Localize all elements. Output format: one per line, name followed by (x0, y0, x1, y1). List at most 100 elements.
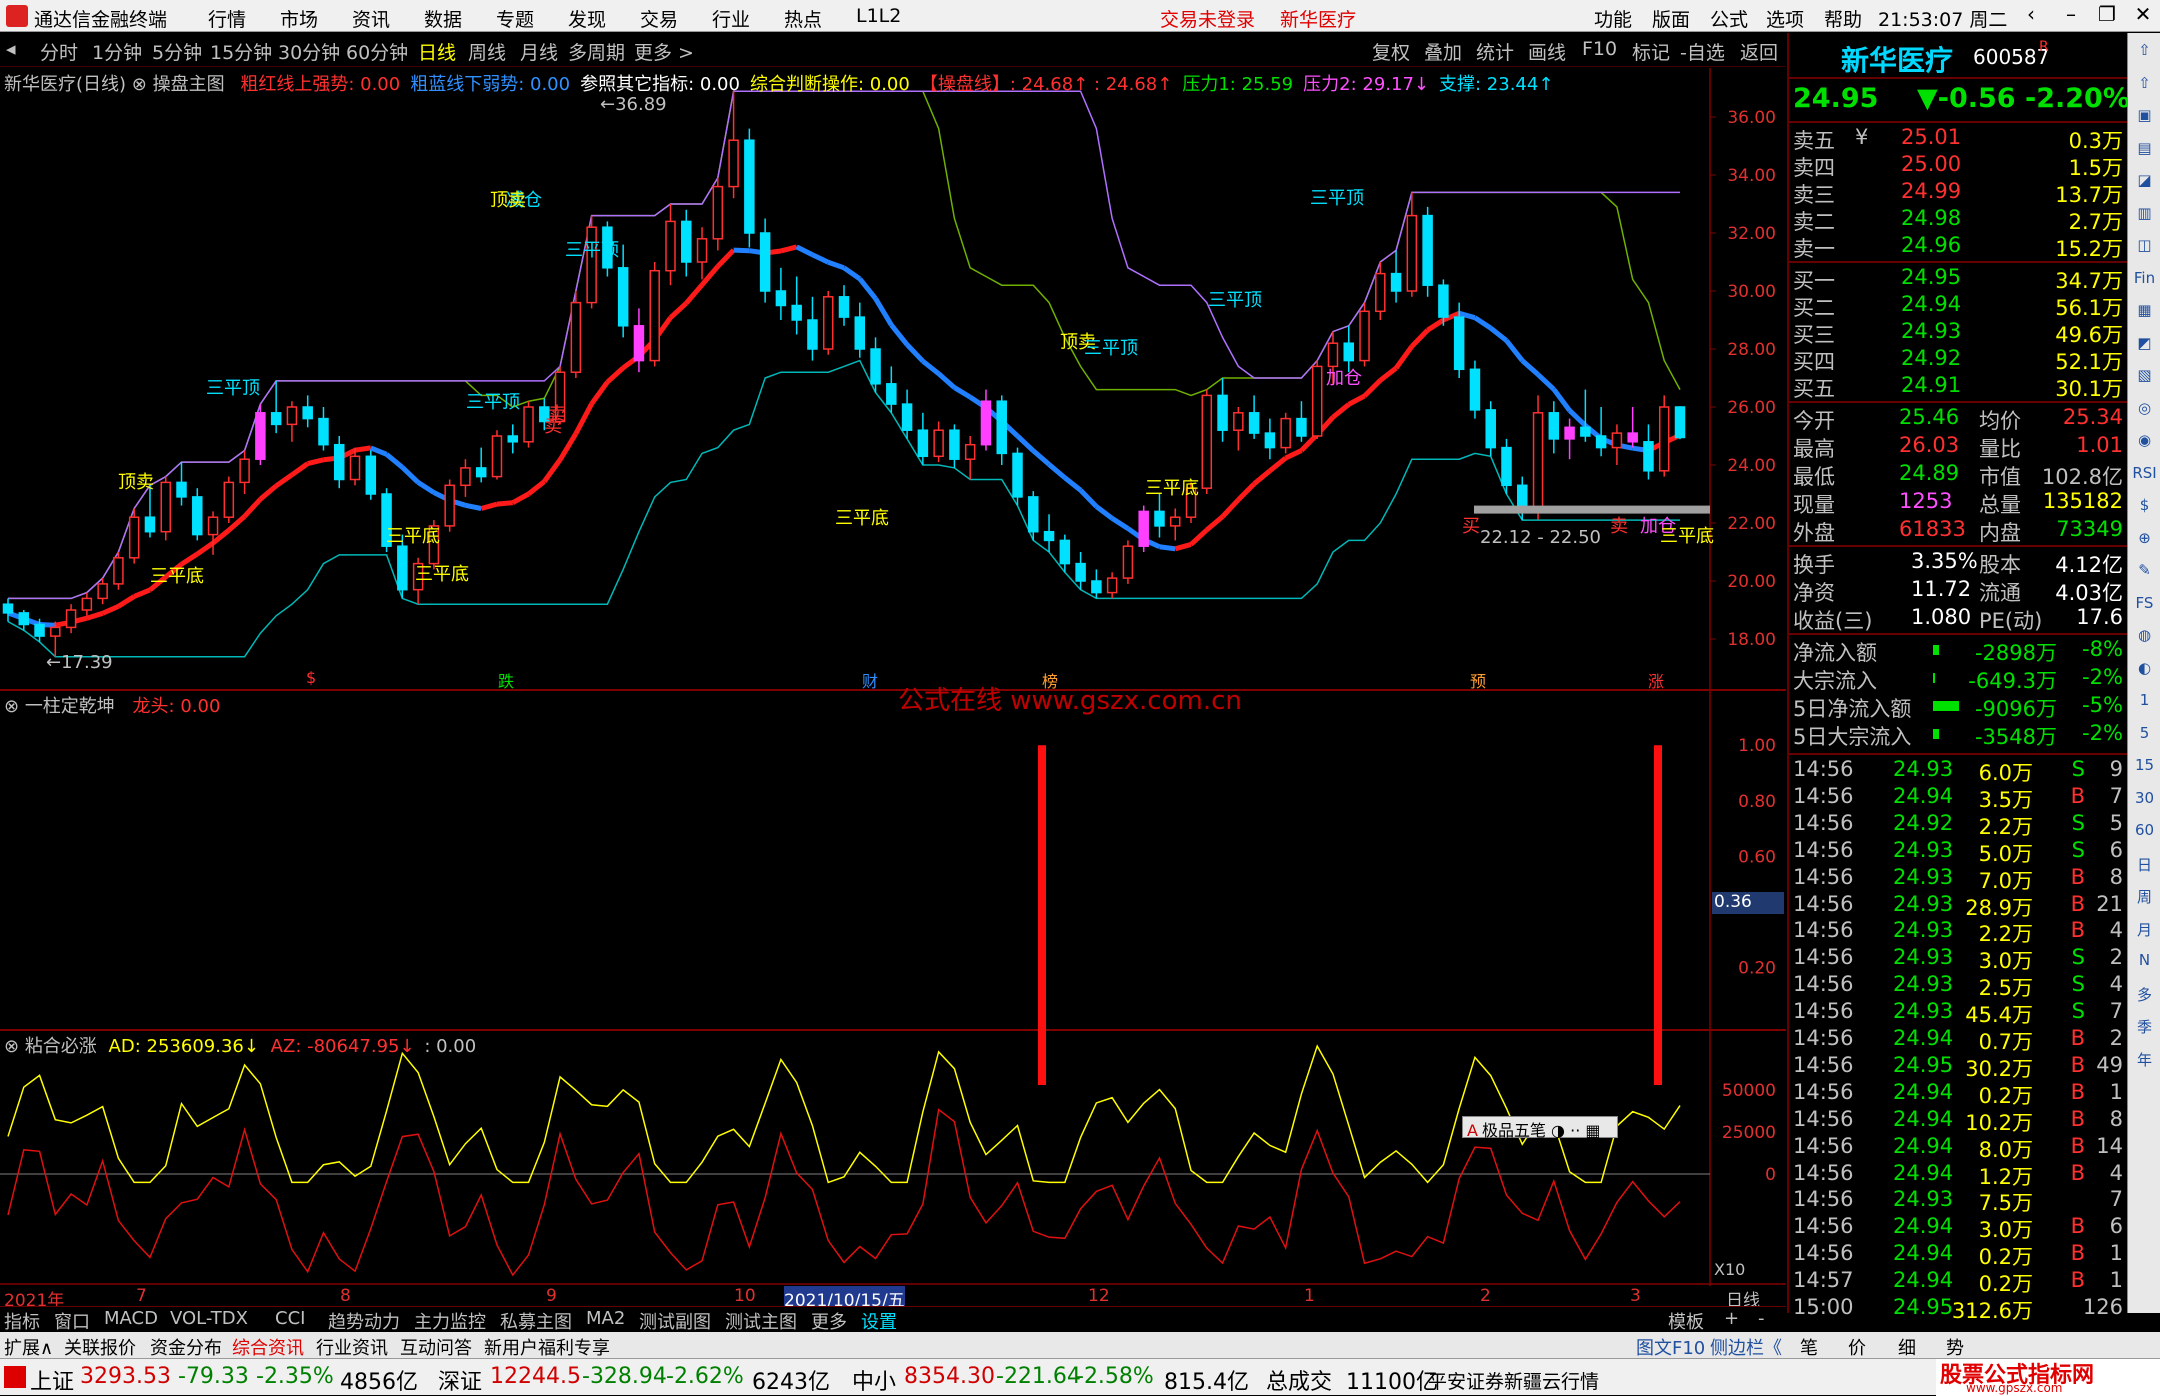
candle-body[interactable] (523, 406, 534, 443)
sidebar-item-icon[interactable]: ▧ (2132, 366, 2157, 391)
candle-body[interactable] (1075, 562, 1086, 582)
candle-body[interactable] (207, 516, 219, 536)
candle-body[interactable] (1375, 272, 1386, 313)
low-close-icon[interactable]: ⊗ (4, 1036, 25, 1057)
minimize-icon[interactable]: – (2056, 2, 2086, 30)
indicator-tab[interactable]: 指标 (4, 1308, 40, 1334)
candle-body[interactable] (1453, 316, 1465, 371)
period-tab-daily[interactable]: 日线 (418, 38, 456, 65)
sidebar-item-icon[interactable]: 15 (2132, 756, 2157, 781)
mid-indicator-name[interactable]: 一柱定乾坤 (25, 696, 115, 717)
candle-body[interactable] (617, 267, 629, 327)
candle-body[interactable] (1169, 516, 1181, 527)
extension-tab[interactable]: 行业资讯 (316, 1334, 388, 1360)
candle-body[interactable] (1532, 412, 1544, 513)
sidebar-item-icon[interactable]: $ (2132, 496, 2157, 521)
candle-body[interactable] (1438, 284, 1449, 318)
candle-body[interactable] (886, 383, 897, 405)
period-tab-more[interactable]: 更多 > (634, 38, 694, 65)
candle-body[interactable] (192, 496, 203, 536)
candle-body[interactable] (696, 238, 708, 263)
candle-body[interactable] (744, 139, 755, 234)
sidebar-item-icon[interactable]: 30 (2132, 789, 2157, 814)
candle-body[interactable] (838, 296, 850, 318)
extension-right-tab[interactable]: 细 (1898, 1334, 1916, 1360)
candle-body[interactable] (18, 612, 30, 626)
candle-body[interactable] (712, 185, 724, 240)
menu-item-help[interactable]: 帮助 (1824, 5, 1862, 32)
candle-body[interactable] (1359, 310, 1370, 362)
bottom-right-button[interactable]: + (1724, 1308, 1739, 1329)
candle-body[interactable] (1469, 368, 1481, 411)
candle-body[interactable] (397, 545, 408, 591)
candle-body[interactable] (807, 319, 818, 350)
candle-body[interactable] (1422, 214, 1433, 286)
sidebar-item-icon[interactable]: 月 (2132, 919, 2157, 944)
toolbar-back-button[interactable]: 返回 (1740, 38, 1778, 65)
candle-body[interactable] (1138, 510, 1149, 547)
candle-body[interactable] (176, 481, 187, 498)
menu-item-formula[interactable]: 公式 (1710, 5, 1748, 32)
period-tab-15min[interactable]: 15分钟 (210, 38, 272, 65)
event-marker-drop[interactable]: 跌 (498, 668, 514, 692)
sidebar-item-icon[interactable]: ◫ (2132, 236, 2157, 261)
sidebar-item-icon[interactable]: ◪ (2132, 171, 2157, 196)
extension-right-tab[interactable]: 图文F10 (1636, 1334, 1705, 1360)
event-marker-finance[interactable]: 财 (862, 668, 878, 692)
candle-body[interactable] (239, 458, 250, 484)
candle-body[interactable] (996, 400, 1007, 455)
sidebar-item-icon[interactable]: 季 (2132, 1016, 2157, 1041)
bottom-right-button[interactable]: 模板 (1668, 1308, 1704, 1334)
menu-item-data[interactable]: 数据 (424, 5, 462, 32)
restore-icon[interactable]: ❐ (2092, 2, 2122, 30)
indicator-tab[interactable]: 更多 (811, 1308, 847, 1334)
period-tab-30min[interactable]: 30分钟 (278, 38, 340, 65)
extension-right-tab[interactable]: 侧边栏《 (1710, 1334, 1782, 1360)
candle-body[interactable] (1122, 545, 1134, 579)
price-chart[interactable]: 36.00 34.00 32.00 30.00 28.00 26.00 24.00 22.00… (0, 68, 1786, 1286)
sidebar-item-icon[interactable]: 60 (2132, 821, 2157, 846)
extension-tab[interactable]: 资金分布 (150, 1334, 222, 1360)
candle-body[interactable] (633, 325, 645, 362)
menu-item-quotes[interactable]: 行情 (208, 5, 246, 32)
low-indicator-name[interactable]: 粘合必涨 (25, 1036, 97, 1057)
toolbar-adjust-button[interactable]: 复权 (1372, 38, 1410, 65)
candle-body[interactable] (901, 403, 913, 431)
candle-body[interactable] (1028, 496, 1039, 533)
candle-body[interactable] (759, 232, 771, 292)
chart-area[interactable]: 36.00 34.00 32.00 30.00 28.00 26.00 24.00 22.00… (0, 68, 1786, 1311)
sidebar-item-icon[interactable]: ◎ (2132, 399, 2157, 424)
toolbar-overlay-button[interactable]: 叠加 (1424, 38, 1462, 65)
candle-body[interactable] (1501, 446, 1512, 487)
candle-body[interactable] (144, 516, 156, 533)
candle-body[interactable] (1643, 441, 1654, 472)
sidebar-item-icon[interactable]: ⇧ (2132, 74, 2157, 99)
menu-item-topics[interactable]: 专题 (496, 5, 534, 32)
extension-tab[interactable]: 关联报价 (64, 1334, 136, 1360)
candle-body[interactable] (649, 269, 660, 362)
candle-body[interactable] (97, 583, 108, 600)
menu-item-discover[interactable]: 发现 (568, 5, 606, 32)
candle-body[interactable] (949, 429, 960, 460)
sidebar-item-icon[interactable]: ◐ (2132, 659, 2157, 684)
candle-body[interactable] (870, 348, 881, 385)
ime-a-icon[interactable]: A (1467, 1121, 1478, 1140)
sh-index-label[interactable]: 上证 (30, 1364, 74, 1396)
candle-body[interactable] (1390, 272, 1402, 292)
menu-item-layout[interactable]: 版面 (1652, 5, 1690, 32)
trade-login-status[interactable]: 交易未登录 (1160, 5, 1255, 32)
menu-item-options[interactable]: 选项 (1766, 5, 1804, 32)
zx-index-label[interactable]: 中小 (852, 1364, 896, 1396)
sidebar-item-icon[interactable]: ◍ (2132, 626, 2157, 651)
candle-body[interactable] (791, 304, 802, 321)
candle-body[interactable] (1406, 214, 1418, 292)
sidebar-item-icon[interactable]: ▥ (2132, 204, 2157, 229)
candle-body[interactable] (1248, 412, 1260, 434)
candle-body[interactable] (349, 455, 361, 481)
candle-body[interactable] (1564, 426, 1575, 440)
period-tab-intraday[interactable]: 分时 (40, 38, 78, 65)
sidebar-item-icon[interactable]: ✎ (2132, 561, 2157, 586)
sidebar-item-icon[interactable]: 多 (2132, 984, 2157, 1009)
candle-body[interactable] (444, 484, 455, 527)
candle-body[interactable] (460, 467, 471, 487)
